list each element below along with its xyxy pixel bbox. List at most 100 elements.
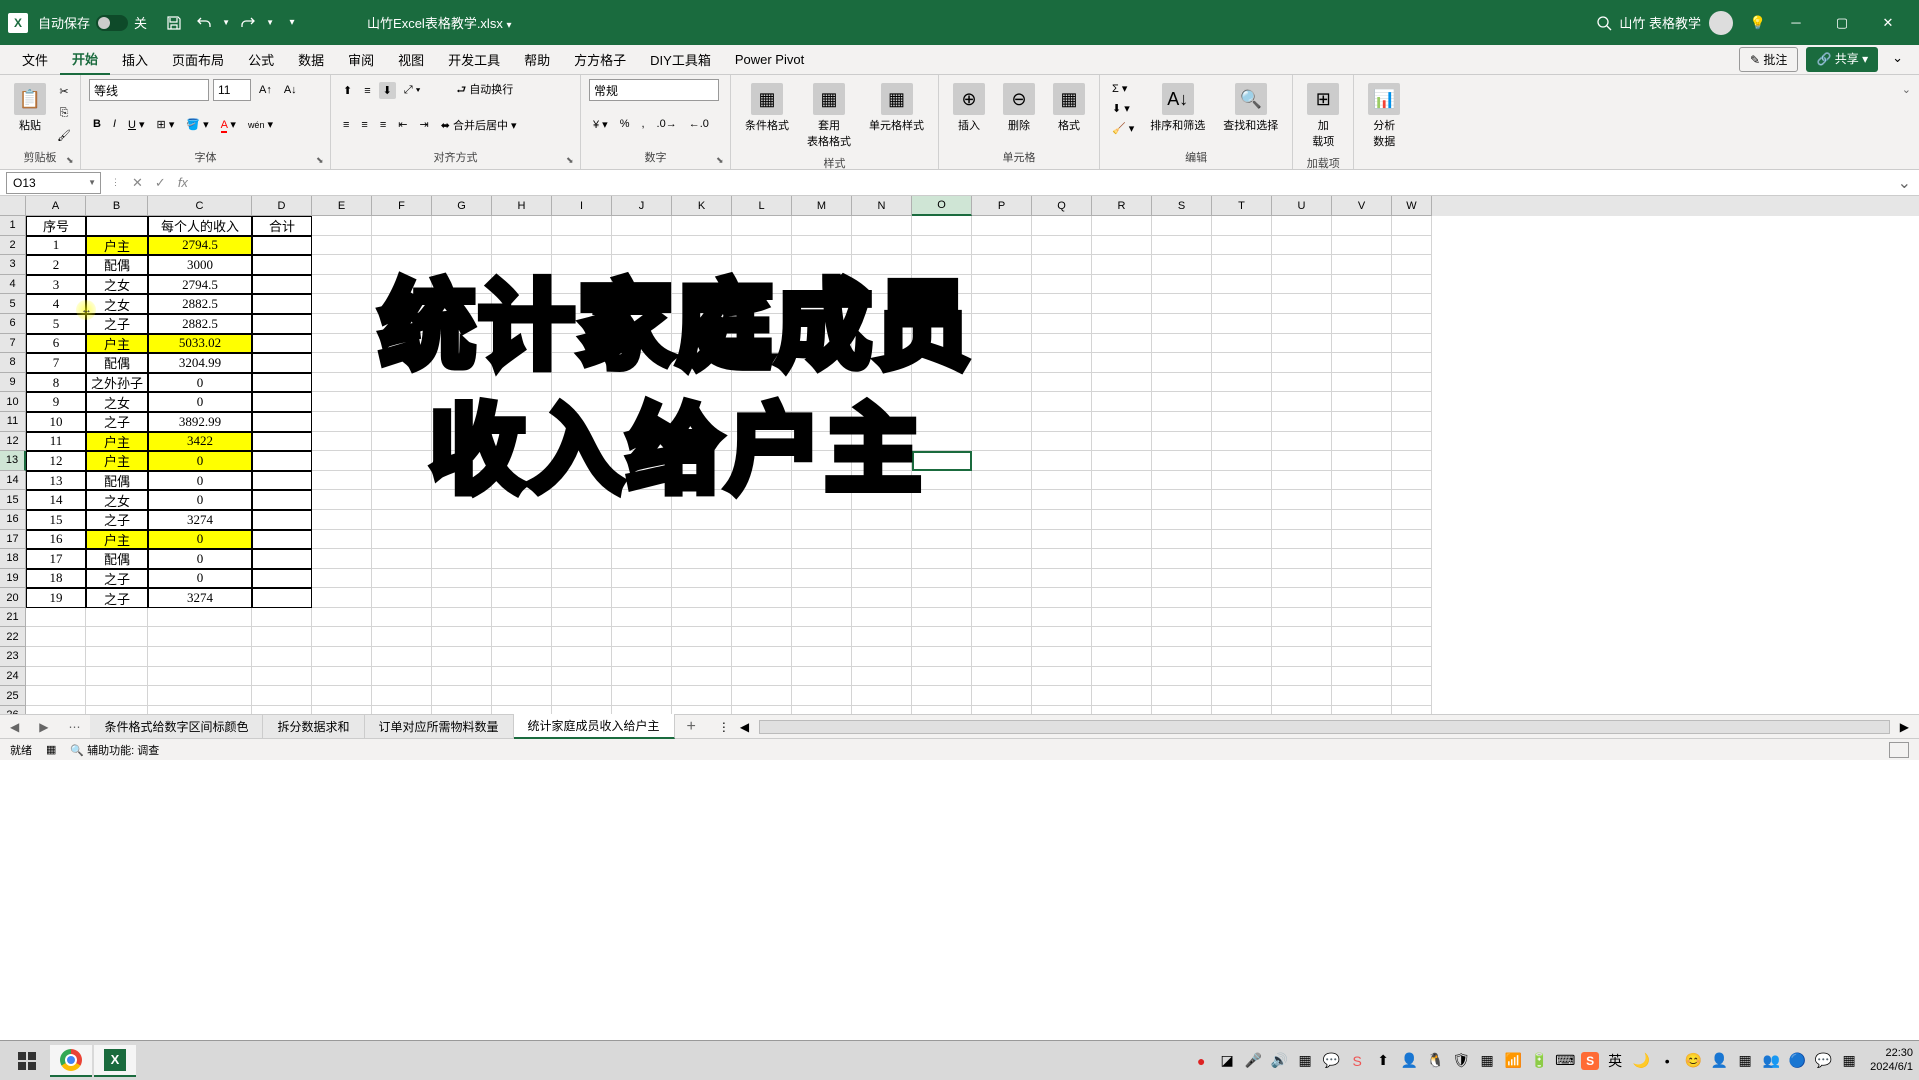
cell-V8[interactable] bbox=[1332, 353, 1392, 373]
cell-B14[interactable]: 配偶 bbox=[86, 471, 148, 491]
cell-U20[interactable] bbox=[1272, 588, 1332, 608]
row-header-20[interactable]: 20 bbox=[0, 588, 26, 608]
cell-S22[interactable] bbox=[1152, 627, 1212, 647]
cell-M23[interactable] bbox=[792, 647, 852, 667]
align-middle-icon[interactable]: ≡ bbox=[360, 83, 374, 99]
cell-O21[interactable] bbox=[912, 608, 972, 628]
row-header-2[interactable]: 2 bbox=[0, 236, 26, 256]
cell-J20[interactable] bbox=[612, 588, 672, 608]
cell-T26[interactable] bbox=[1212, 706, 1272, 714]
cell-U23[interactable] bbox=[1272, 647, 1332, 667]
cell-E24[interactable] bbox=[312, 667, 372, 687]
cell-C11[interactable]: 3892.99 bbox=[148, 412, 252, 432]
cell-E19[interactable] bbox=[312, 569, 372, 589]
cell-S21[interactable] bbox=[1152, 608, 1212, 628]
cell-W5[interactable] bbox=[1392, 294, 1432, 314]
cell-G17[interactable] bbox=[432, 530, 492, 550]
cell-R9[interactable] bbox=[1092, 373, 1152, 393]
cell-O23[interactable] bbox=[912, 647, 972, 667]
cell-D6[interactable] bbox=[252, 314, 312, 334]
cell-P8[interactable] bbox=[972, 353, 1032, 373]
cell-R12[interactable] bbox=[1092, 432, 1152, 452]
cell-N19[interactable] bbox=[852, 569, 912, 589]
cell-D21[interactable] bbox=[252, 608, 312, 628]
cell-T10[interactable] bbox=[1212, 392, 1272, 412]
cell-J25[interactable] bbox=[612, 686, 672, 706]
cell-R16[interactable] bbox=[1092, 510, 1152, 530]
row-header-12[interactable]: 12 bbox=[0, 432, 26, 452]
merge-button[interactable]: ⬌ 合并后居中 ▾ bbox=[437, 115, 521, 135]
cell-V19[interactable] bbox=[1332, 569, 1392, 589]
cell-D20[interactable] bbox=[252, 588, 312, 608]
increase-indent-icon[interactable]: ⇥ bbox=[415, 116, 432, 133]
cell-A25[interactable] bbox=[26, 686, 86, 706]
italic-button[interactable]: I bbox=[109, 116, 120, 132]
cell-M18[interactable] bbox=[792, 549, 852, 569]
orientation-icon[interactable]: ⤢ ▾ bbox=[400, 82, 424, 99]
cell-W4[interactable] bbox=[1392, 275, 1432, 295]
tray-icon-9[interactable]: 👥 bbox=[1761, 1051, 1781, 1071]
col-header-F[interactable]: F bbox=[372, 196, 432, 216]
cell-S26[interactable] bbox=[1152, 706, 1212, 714]
cell-T13[interactable] bbox=[1212, 451, 1272, 471]
excel-taskbar-icon[interactable]: X bbox=[94, 1045, 136, 1077]
col-header-R[interactable]: R bbox=[1092, 196, 1152, 216]
cell-P11[interactable] bbox=[972, 412, 1032, 432]
cell-B6[interactable]: 之子 bbox=[86, 314, 148, 334]
cell-T5[interactable] bbox=[1212, 294, 1272, 314]
cell-B12[interactable]: 户主 bbox=[86, 432, 148, 452]
number-format-select[interactable] bbox=[589, 79, 719, 101]
col-header-T[interactable]: T bbox=[1212, 196, 1272, 216]
row-header-4[interactable]: 4 bbox=[0, 275, 26, 295]
cell-O25[interactable] bbox=[912, 686, 972, 706]
cell-N21[interactable] bbox=[852, 608, 912, 628]
cell-F19[interactable] bbox=[372, 569, 432, 589]
comment-button[interactable]: ✎ 批注 bbox=[1739, 47, 1798, 72]
cell-B2[interactable]: 户主 bbox=[86, 236, 148, 256]
cell-Q9[interactable] bbox=[1032, 373, 1092, 393]
cell-E21[interactable] bbox=[312, 608, 372, 628]
cell-N1[interactable] bbox=[852, 216, 912, 236]
cell-T4[interactable] bbox=[1212, 275, 1272, 295]
align-right-icon[interactable]: ≡ bbox=[376, 117, 390, 133]
cell-C22[interactable] bbox=[148, 627, 252, 647]
cell-E12[interactable] bbox=[312, 432, 372, 452]
cell-U26[interactable] bbox=[1272, 706, 1332, 714]
maximize-icon[interactable]: ▢ bbox=[1819, 8, 1865, 38]
cell-U3[interactable] bbox=[1272, 255, 1332, 275]
cell-B9[interactable]: 之外孙子 bbox=[86, 373, 148, 393]
cell-F18[interactable] bbox=[372, 549, 432, 569]
cell-N23[interactable] bbox=[852, 647, 912, 667]
cell-R25[interactable] bbox=[1092, 686, 1152, 706]
cell-C23[interactable] bbox=[148, 647, 252, 667]
cell-C8[interactable]: 3204.99 bbox=[148, 353, 252, 373]
cell-P13[interactable] bbox=[972, 451, 1032, 471]
cell-D22[interactable] bbox=[252, 627, 312, 647]
cell-K25[interactable] bbox=[672, 686, 732, 706]
cell-C13[interactable]: 0 bbox=[148, 451, 252, 471]
font-launcher-icon[interactable]: ⬊ bbox=[316, 155, 328, 167]
cell-M25[interactable] bbox=[792, 686, 852, 706]
col-header-A[interactable]: A bbox=[26, 196, 86, 216]
analyze-button[interactable]: 📊分析 数据 bbox=[1362, 79, 1406, 153]
cell-U13[interactable] bbox=[1272, 451, 1332, 471]
cell-Q7[interactable] bbox=[1032, 334, 1092, 354]
cell-T9[interactable] bbox=[1212, 373, 1272, 393]
cell-Q11[interactable] bbox=[1032, 412, 1092, 432]
cell-C17[interactable]: 0 bbox=[148, 530, 252, 550]
cell-A11[interactable]: 10 bbox=[26, 412, 86, 432]
cell-S25[interactable] bbox=[1152, 686, 1212, 706]
cell-R23[interactable] bbox=[1092, 647, 1152, 667]
tray-icon-4[interactable]: 👤 bbox=[1399, 1051, 1419, 1071]
tray-record-icon[interactable]: ● bbox=[1191, 1051, 1211, 1071]
cell-W20[interactable] bbox=[1392, 588, 1432, 608]
cell-A16[interactable]: 15 bbox=[26, 510, 86, 530]
row-header-24[interactable]: 24 bbox=[0, 667, 26, 687]
cell-H18[interactable] bbox=[492, 549, 552, 569]
horizontal-scrollbar[interactable] bbox=[759, 720, 1890, 734]
cell-Q26[interactable] bbox=[1032, 706, 1092, 714]
cell-T14[interactable] bbox=[1212, 471, 1272, 491]
cell-C26[interactable] bbox=[148, 706, 252, 714]
cell-B7[interactable]: 户主 bbox=[86, 334, 148, 354]
cell-Q22[interactable] bbox=[1032, 627, 1092, 647]
